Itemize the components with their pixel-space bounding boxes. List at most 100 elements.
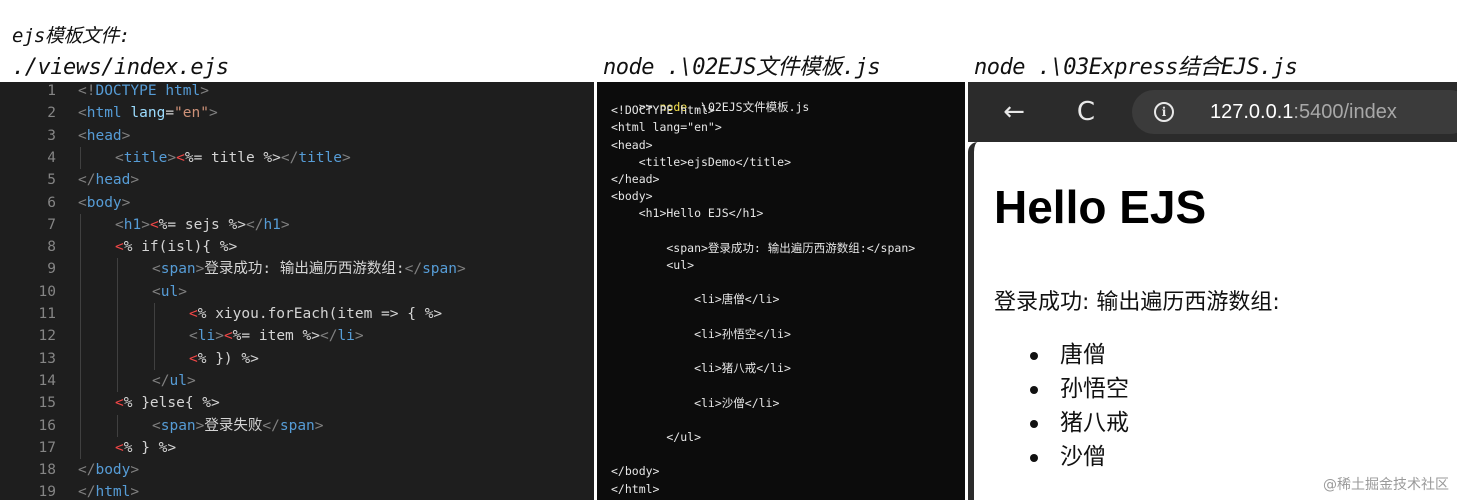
terminal-panel[interactable]: >> node .\02EJS文件模板.js <!DOCTYPE html> <h… [597, 82, 965, 500]
terminal-output-line: <li>孙悟空</li> [611, 326, 791, 341]
line-number: 1 [47, 83, 56, 99]
code-line[interactable]: 2 <html lang="en"> [0, 102, 594, 124]
code-text: <ul> [152, 283, 187, 300]
code-text: <% }) %> [189, 350, 259, 367]
caption-express-command: node .\03Express结合EJS.js [974, 55, 1298, 80]
code-text: <% xiyou.forEach(item => { %> [189, 306, 443, 322]
code-line[interactable]: 1 <!DOCTYPE html> [0, 82, 594, 102]
code-line[interactable]: 11 <% xiyou.forEach(item => { %> [0, 303, 594, 325]
info-icon[interactable]: i [1154, 102, 1174, 122]
code-line[interactable]: 7 <h1><%= sejs %></h1> [0, 214, 594, 236]
terminal-output-line: </body> [611, 464, 660, 479]
code-editor[interactable]: 1 <!DOCTYPE html> 2 <html lang="en"> 3 <head>… [0, 82, 594, 500]
list-item: 孙悟空 [1026, 372, 1129, 406]
caption-template-label: ejs模板文件: [12, 25, 130, 47]
page-heading: Hello EJS [994, 181, 1207, 233]
code-text: <% if(isl){ %> [115, 239, 238, 256]
code-line[interactable]: 16 <span>登录失败</span> [0, 415, 594, 437]
code-text: <body> [78, 194, 131, 211]
terminal-output-line: <span>登录成功: 输出遍历西游数组:</span> [611, 240, 916, 255]
line-number: 2 [47, 105, 56, 122]
line-number: 5 [47, 172, 56, 189]
terminal-output-line: <li>唐僧</li> [611, 292, 780, 307]
code-text: <head> [78, 127, 131, 144]
terminal-output-line: <li>猪八戒</li> [611, 361, 791, 376]
list-item: 唐僧 [1026, 338, 1129, 372]
line-number: 17 [38, 439, 56, 456]
terminal-output-line: <title>ejsDemo</title> [611, 154, 792, 169]
line-number: 4 [47, 149, 56, 166]
code-text: <span>登录成功: 输出遍历西游数组:</span> [152, 261, 466, 278]
line-number: 14 [38, 372, 56, 389]
line-number: 9 [47, 261, 56, 278]
watermark: @稀土掘金技术社区 [1323, 477, 1449, 493]
code-line[interactable]: 19 </html> [0, 481, 594, 500]
bullet-icon [1030, 454, 1038, 462]
code-text: </html> [78, 484, 140, 500]
line-number: 3 [47, 127, 56, 144]
line-number: 12 [38, 328, 56, 345]
terminal-output-line: <h1>Hello EJS</h1> [611, 206, 764, 221]
terminal-output-line: <li>沙僧</li> [611, 395, 780, 410]
code-line[interactable]: 18 </body> [0, 459, 594, 481]
code-text: <!DOCTYPE html> [78, 83, 209, 99]
code-text: </body> [78, 462, 140, 479]
terminal-output-line: </ul> [611, 430, 702, 444]
list-item-text: 唐僧 [1060, 342, 1106, 368]
line-number: 19 [38, 484, 56, 500]
terminal-output-line: </html> [611, 481, 660, 496]
caption-terminal-command: node .\02EJS文件模板.js [603, 55, 881, 80]
bullet-icon [1030, 386, 1038, 394]
caption-template-path: ./views/index.ejs [12, 55, 229, 80]
line-number: 10 [38, 283, 56, 300]
bullet-icon [1030, 352, 1038, 360]
list-item: 猪八戒 [1026, 406, 1129, 440]
reload-icon[interactable]: C [1068, 94, 1104, 130]
line-number: 7 [47, 216, 56, 233]
terminal-output-line: <ul> [611, 258, 695, 272]
code-text: <% } %> [115, 439, 177, 456]
terminal-output-line: <head> [611, 137, 653, 152]
code-text: <title><%= title %></title> [115, 149, 351, 166]
code-line[interactable]: 15 <% }else{ %> [0, 392, 594, 414]
line-number: 11 [38, 306, 56, 322]
code-text: <li><%= item %></li> [189, 328, 364, 345]
browser-window: ← C i 127.0.0.1:5400/index Hello EJS 登录成… [968, 82, 1457, 500]
code-line[interactable]: 5 </head> [0, 169, 594, 191]
code-line[interactable]: 14 </ul> [0, 370, 594, 392]
code-text: <% }else{ %> [115, 395, 220, 412]
code-line[interactable]: 12 <li><%= item %></li> [0, 325, 594, 347]
code-line[interactable]: 4 <title><%= title %></title> [0, 147, 594, 169]
code-line[interactable]: 9 <span>登录成功: 输出遍历西游数组:</span> [0, 258, 594, 280]
xiyou-list: 唐僧 孙悟空 猪八戒 沙僧 [1026, 338, 1129, 474]
back-arrow-icon[interactable]: ← [996, 94, 1032, 130]
code-text: <h1><%= sejs %></h1> [115, 216, 290, 233]
code-text: </head> [78, 172, 140, 189]
code-line[interactable]: 13 <% }) %> [0, 348, 594, 370]
code-text: <html lang="en"> [78, 105, 218, 122]
address-bar[interactable]: i 127.0.0.1:5400/index [1132, 90, 1457, 134]
code-line[interactable]: 6 <body> [0, 192, 594, 214]
code-line[interactable]: 10 <ul> [0, 281, 594, 303]
page-viewport: Hello EJS 登录成功: 输出遍历西游数组: 唐僧 孙悟空 猪八戒 沙僧 [968, 142, 1457, 500]
url-port-path: :5400/index [1293, 101, 1397, 123]
url-text[interactable]: 127.0.0.1:5400/index [1210, 100, 1397, 124]
url-host: 127.0.0.1 [1210, 101, 1294, 123]
terminal-output-line: </head> [611, 172, 660, 186]
code-line[interactable]: 8 <% if(isl){ %> [0, 236, 594, 258]
login-message: 登录成功: 输出遍历西游数组: [994, 290, 1280, 315]
line-number: 6 [47, 194, 56, 211]
list-item-text: 猪八戒 [1060, 410, 1129, 436]
list-item: 沙僧 [1026, 440, 1129, 474]
code-line[interactable]: 3 <head> [0, 125, 594, 147]
terminal-output-line: <html lang="en"> [611, 120, 722, 135]
terminal-output-line: <!DOCTYPE html> [611, 103, 715, 118]
line-number: 18 [38, 462, 56, 479]
bullet-icon [1030, 420, 1038, 428]
list-item-text: 孙悟空 [1060, 376, 1129, 402]
browser-toolbar: ← C i 127.0.0.1:5400/index [968, 82, 1457, 142]
line-number: 8 [47, 239, 56, 256]
line-number: 16 [38, 417, 56, 434]
line-number: 15 [38, 395, 56, 412]
code-line[interactable]: 17 <% } %> [0, 437, 594, 459]
